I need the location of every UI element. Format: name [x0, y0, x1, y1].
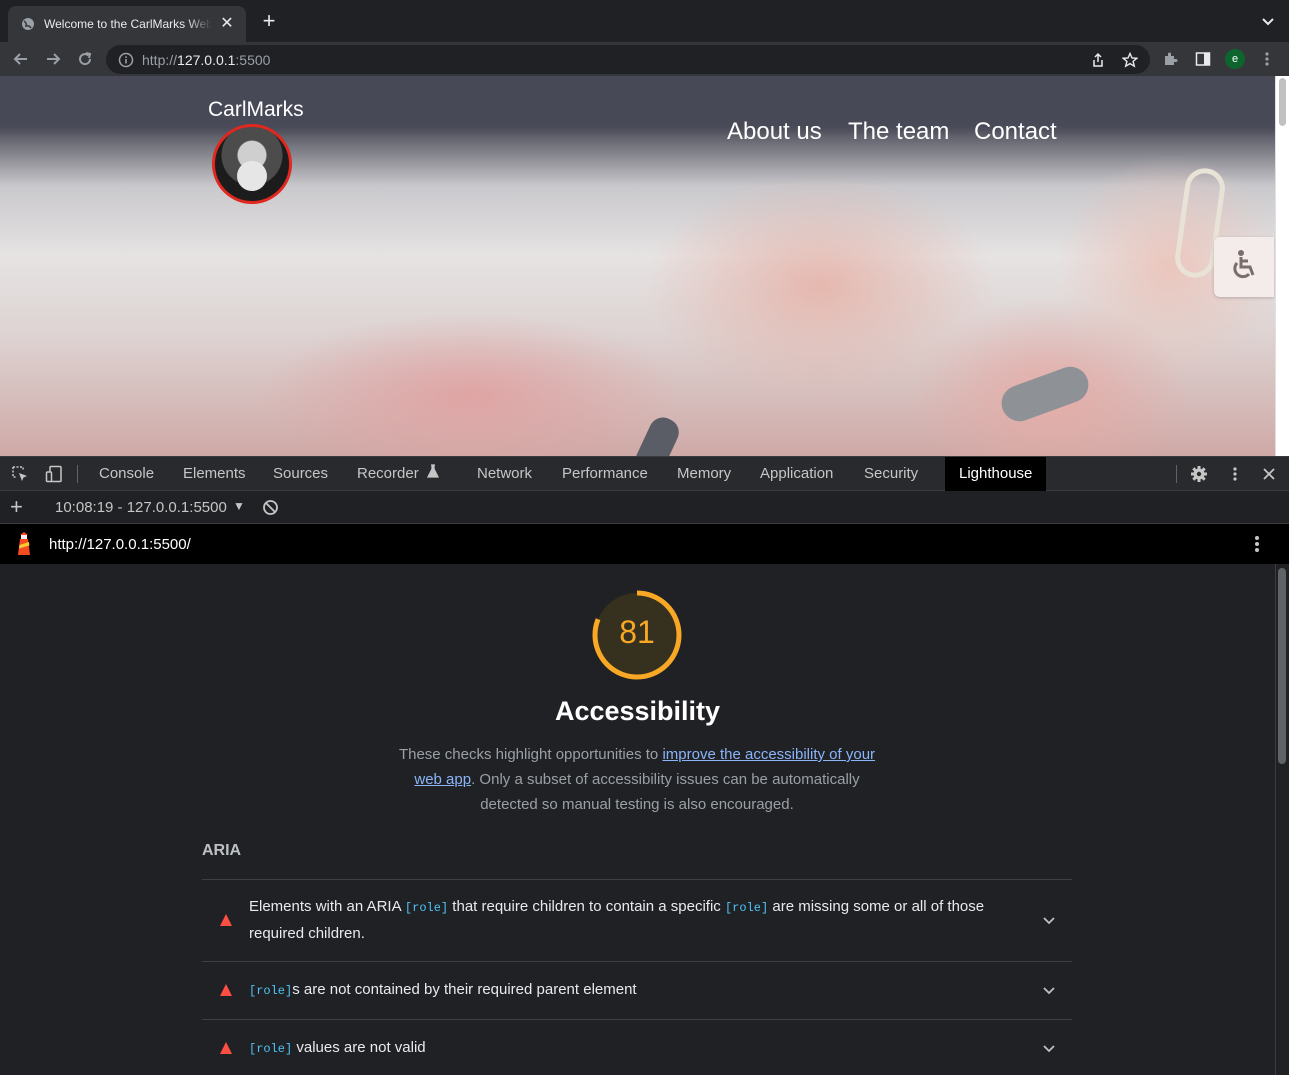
device-toolbar-icon[interactable] — [44, 464, 64, 484]
close-tab-icon[interactable]: ✕ — [218, 15, 236, 33]
browser-tab[interactable]: Welcome to the CarlMarks Website ✕ — [8, 6, 246, 42]
tab-security[interactable]: Security — [864, 457, 918, 491]
reload-icon[interactable] — [74, 48, 96, 70]
hero-image — [0, 76, 1275, 456]
report-scrollbar[interactable] — [1275, 564, 1289, 1075]
devtools-tab-bar: Console Elements Sources Recorder Networ… — [0, 456, 1289, 491]
site-logo[interactable] — [212, 124, 292, 204]
audit-row[interactable]: [role] values are not valid — [202, 1019, 1072, 1075]
tab-recorder[interactable]: Recorder — [357, 457, 439, 491]
report-menu-icon[interactable] — [1247, 532, 1267, 556]
category-description: These checks highlight opportunities to … — [398, 746, 876, 813]
clear-reports-icon[interactable] — [262, 499, 279, 516]
wheelchair-icon — [1227, 248, 1261, 287]
tab-network[interactable]: Network — [477, 457, 532, 491]
share-icon[interactable] — [1088, 50, 1108, 70]
inspect-element-icon[interactable] — [10, 464, 30, 484]
expand-chevron-icon[interactable] — [1042, 913, 1056, 927]
url-host: 127.0.0.1 — [177, 51, 236, 68]
nav-the-team[interactable]: The team — [848, 118, 949, 146]
site-brand[interactable]: CarlMarks — [208, 98, 304, 122]
tab-elements[interactable]: Elements — [183, 457, 246, 491]
devtools-panel: Console Elements Sources Recorder Networ… — [0, 456, 1289, 1075]
tab-strip: Welcome to the CarlMarks Website ✕ + — [0, 0, 1289, 42]
devtools-more-icon[interactable] — [1225, 464, 1245, 484]
score-value: 81 — [619, 614, 655, 650]
globe-icon — [20, 16, 36, 32]
tab-sources[interactable]: Sources — [273, 457, 328, 491]
site-info-icon[interactable] — [118, 52, 134, 68]
accessibility-widget-button[interactable] — [1214, 237, 1274, 297]
tab-lighthouse[interactable]: Lighthouse — [945, 457, 1047, 491]
fail-triangle-icon — [220, 1041, 232, 1054]
back-icon[interactable] — [10, 48, 32, 70]
fail-triangle-icon — [220, 983, 232, 996]
new-tab-button[interactable]: + — [258, 10, 280, 32]
tab-performance[interactable]: Performance — [562, 457, 648, 491]
lighthouse-url-bar: http://127.0.0.1:5500/ — [0, 524, 1289, 564]
audit-title: [role] values are not valid — [249, 1039, 426, 1056]
address-bar[interactable]: http://127.0.0.1:5500 — [106, 45, 1150, 74]
report-selector-caret-icon[interactable]: ▼ — [233, 499, 245, 513]
bookmark-star-icon[interactable] — [1120, 50, 1140, 70]
expand-chevron-icon[interactable] — [1042, 983, 1056, 997]
audit-row[interactable]: [role]s are not contained by their requi… — [202, 961, 1072, 1019]
nav-about-us[interactable]: About us — [727, 118, 822, 146]
new-report-button[interactable]: + — [10, 496, 23, 518]
fail-triangle-icon — [220, 913, 232, 926]
tab-search-chevron-icon[interactable] — [1259, 12, 1277, 30]
experiment-flask-icon — [426, 457, 439, 491]
browser-menu-icon[interactable] — [1256, 48, 1278, 70]
extensions-icon[interactable] — [1159, 48, 1181, 70]
report-selector[interactable]: 10:08:19 - 127.0.0.1:5500 — [55, 499, 227, 516]
side-panel-icon[interactable] — [1192, 48, 1214, 70]
close-devtools-icon[interactable] — [1259, 464, 1279, 484]
url-scheme: http:// — [142, 51, 178, 68]
lighthouse-report: 81 Accessibility These checks highlight … — [0, 564, 1275, 1075]
settings-gear-icon[interactable] — [1189, 464, 1209, 484]
audit-list: Elements with an ARIA [role] that requir… — [202, 879, 1072, 1075]
url-port: :5500 — [235, 51, 271, 68]
tab-application[interactable]: Application — [760, 457, 833, 491]
audit-group-title: ARIA — [202, 842, 242, 859]
nav-contact[interactable]: Contact — [974, 118, 1057, 146]
category-title: Accessibility — [554, 696, 721, 726]
lighthouse-toolbar: + 10:08:19 - 127.0.0.1:5500 ▼ — [0, 491, 1289, 524]
lighthouse-report-url: http://127.0.0.1:5500/ — [49, 536, 191, 553]
page-viewport: CarlMarks About us The team Contact — [0, 76, 1289, 456]
forward-icon[interactable] — [42, 48, 64, 70]
tab-title: Welcome to the CarlMarks Website — [44, 17, 212, 31]
expand-chevron-icon[interactable] — [1042, 1041, 1056, 1055]
audit-title: [role]s are not contained by their requi… — [249, 981, 637, 998]
audit-row[interactable]: Elements with an ARIA [role] that requir… — [202, 879, 1072, 961]
browser-toolbar: http://127.0.0.1:5500 e — [0, 42, 1289, 76]
tab-memory[interactable]: Memory — [677, 457, 731, 491]
page-scrollbar[interactable] — [1275, 76, 1289, 456]
lighthouse-logo-icon — [14, 532, 34, 556]
profile-avatar[interactable]: e — [1224, 48, 1246, 70]
tab-console[interactable]: Console — [99, 457, 154, 491]
audit-title: Elements with an ARIA [role] that requir… — [249, 898, 985, 942]
